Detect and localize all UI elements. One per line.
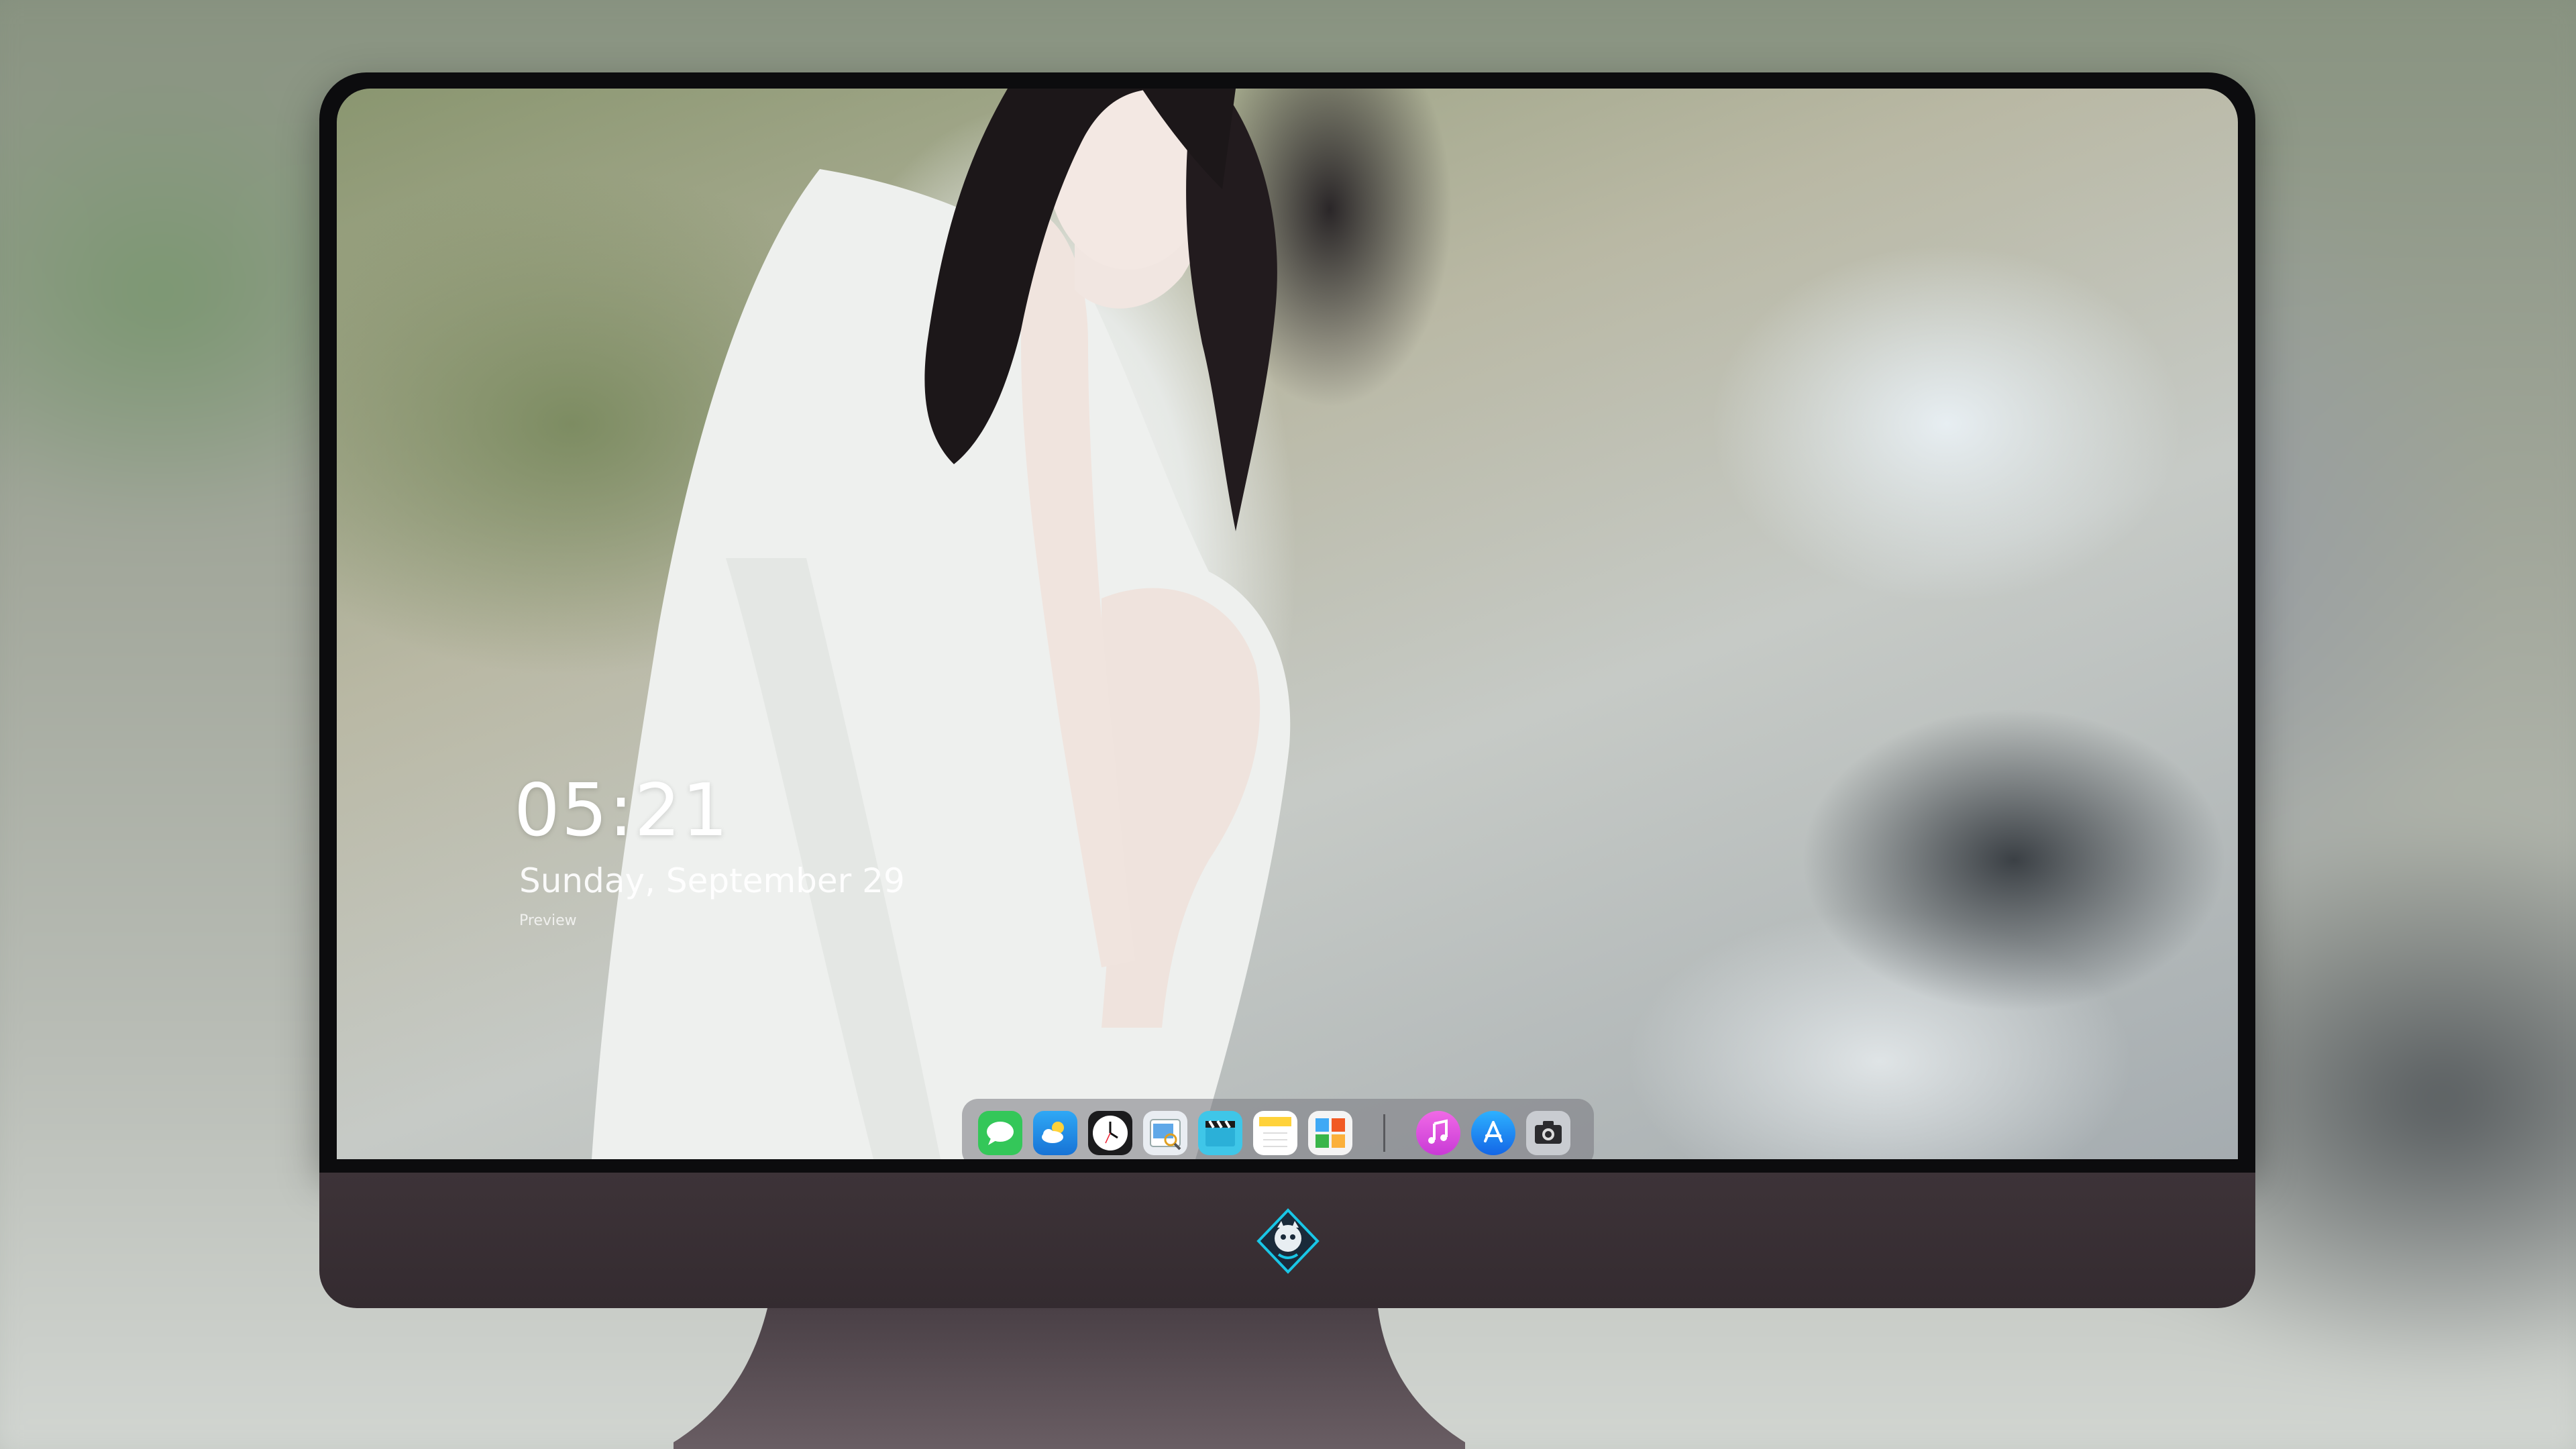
monitor-stand <box>674 1308 1465 1449</box>
wallpaper-figure <box>592 89 1291 1159</box>
clapperboard-icon[interactable] <box>1198 1111 1242 1155</box>
weather-icon[interactable] <box>1033 1111 1077 1155</box>
monitor-chin <box>319 1169 2255 1308</box>
notes-icon[interactable] <box>1253 1111 1297 1155</box>
messages-icon[interactable] <box>978 1111 1022 1155</box>
app-store-icon[interactable] <box>1471 1111 1515 1155</box>
lockscreen-date: Sunday, September 29 <box>519 861 905 900</box>
gallery-icon[interactable] <box>1308 1111 1352 1155</box>
dock <box>962 1099 1594 1159</box>
desktop-scene: 05:21 Sunday, September 29 Preview <box>0 0 2576 1449</box>
brand-logo-icon <box>1256 1208 1320 1274</box>
clock-icon[interactable] <box>1088 1111 1132 1155</box>
music-icon[interactable] <box>1416 1111 1460 1155</box>
lockscreen-preview-text: Preview <box>519 912 577 929</box>
preview-icon[interactable] <box>1143 1111 1187 1155</box>
monitor: 05:21 Sunday, September 29 Preview <box>319 72 2255 1449</box>
lockscreen-clock: 05:21 <box>514 769 730 853</box>
monitor-bezel: 05:21 Sunday, September 29 Preview <box>319 72 2255 1169</box>
camera-icon[interactable] <box>1526 1111 1570 1155</box>
lock-screen[interactable]: 05:21 Sunday, September 29 Preview <box>337 89 2238 1159</box>
dock-separator <box>1383 1114 1385 1152</box>
